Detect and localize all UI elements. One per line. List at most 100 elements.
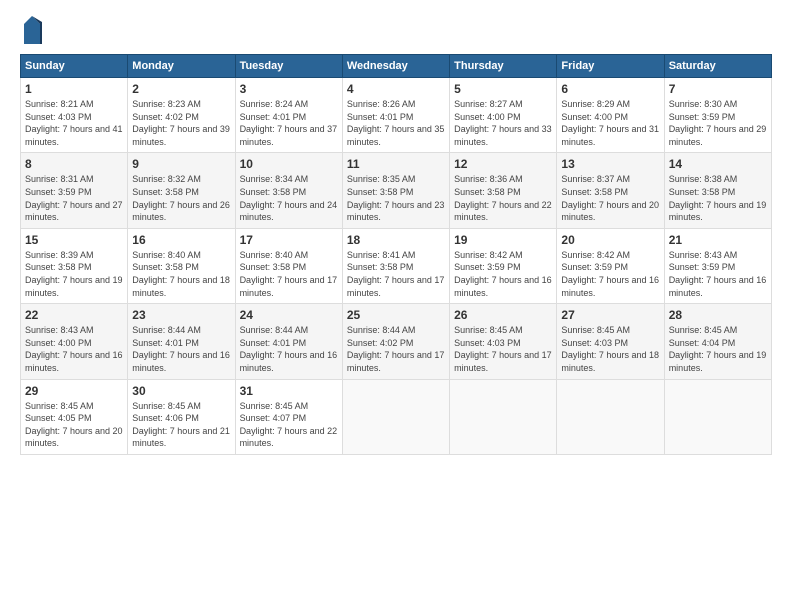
calendar-cell xyxy=(342,379,449,454)
calendar-cell: 4 Sunrise: 8:26 AM Sunset: 4:01 PM Dayli… xyxy=(342,78,449,153)
day-info: Sunrise: 8:41 AM Sunset: 3:58 PM Dayligh… xyxy=(347,249,445,299)
calendar: SundayMondayTuesdayWednesdayThursdayFrid… xyxy=(20,54,772,455)
day-number: 31 xyxy=(240,384,338,398)
day-info: Sunrise: 8:38 AM Sunset: 3:58 PM Dayligh… xyxy=(669,173,767,223)
day-number: 8 xyxy=(25,157,123,171)
day-number: 11 xyxy=(347,157,445,171)
day-info: Sunrise: 8:43 AM Sunset: 4:00 PM Dayligh… xyxy=(25,324,123,374)
day-number: 24 xyxy=(240,308,338,322)
logo-icon xyxy=(22,16,42,44)
day-number: 18 xyxy=(347,233,445,247)
day-info: Sunrise: 8:29 AM Sunset: 4:00 PM Dayligh… xyxy=(561,98,659,148)
day-info: Sunrise: 8:45 AM Sunset: 4:03 PM Dayligh… xyxy=(454,324,552,374)
day-info: Sunrise: 8:30 AM Sunset: 3:59 PM Dayligh… xyxy=(669,98,767,148)
day-info: Sunrise: 8:40 AM Sunset: 3:58 PM Dayligh… xyxy=(132,249,230,299)
day-info: Sunrise: 8:45 AM Sunset: 4:07 PM Dayligh… xyxy=(240,400,338,450)
calendar-cell: 3 Sunrise: 8:24 AM Sunset: 4:01 PM Dayli… xyxy=(235,78,342,153)
header xyxy=(20,16,772,44)
day-info: Sunrise: 8:43 AM Sunset: 3:59 PM Dayligh… xyxy=(669,249,767,299)
calendar-cell: 5 Sunrise: 8:27 AM Sunset: 4:00 PM Dayli… xyxy=(450,78,557,153)
day-info: Sunrise: 8:31 AM Sunset: 3:59 PM Dayligh… xyxy=(25,173,123,223)
day-info: Sunrise: 8:37 AM Sunset: 3:58 PM Dayligh… xyxy=(561,173,659,223)
day-info: Sunrise: 8:24 AM Sunset: 4:01 PM Dayligh… xyxy=(240,98,338,148)
day-number: 13 xyxy=(561,157,659,171)
day-number: 1 xyxy=(25,82,123,96)
day-info: Sunrise: 8:40 AM Sunset: 3:58 PM Dayligh… xyxy=(240,249,338,299)
day-number: 16 xyxy=(132,233,230,247)
day-number: 22 xyxy=(25,308,123,322)
day-info: Sunrise: 8:23 AM Sunset: 4:02 PM Dayligh… xyxy=(132,98,230,148)
calendar-cell: 30 Sunrise: 8:45 AM Sunset: 4:06 PM Dayl… xyxy=(128,379,235,454)
day-number: 15 xyxy=(25,233,123,247)
day-number: 20 xyxy=(561,233,659,247)
weekday-header: Friday xyxy=(557,55,664,78)
day-info: Sunrise: 8:45 AM Sunset: 4:05 PM Dayligh… xyxy=(25,400,123,450)
day-number: 14 xyxy=(669,157,767,171)
calendar-cell: 22 Sunrise: 8:43 AM Sunset: 4:00 PM Dayl… xyxy=(21,304,128,379)
day-info: Sunrise: 8:42 AM Sunset: 3:59 PM Dayligh… xyxy=(561,249,659,299)
day-number: 17 xyxy=(240,233,338,247)
calendar-cell: 26 Sunrise: 8:45 AM Sunset: 4:03 PM Dayl… xyxy=(450,304,557,379)
day-info: Sunrise: 8:36 AM Sunset: 3:58 PM Dayligh… xyxy=(454,173,552,223)
day-number: 27 xyxy=(561,308,659,322)
calendar-cell: 16 Sunrise: 8:40 AM Sunset: 3:58 PM Dayl… xyxy=(128,228,235,303)
day-number: 23 xyxy=(132,308,230,322)
weekday-header: Saturday xyxy=(664,55,771,78)
calendar-cell: 7 Sunrise: 8:30 AM Sunset: 3:59 PM Dayli… xyxy=(664,78,771,153)
day-number: 12 xyxy=(454,157,552,171)
day-number: 28 xyxy=(669,308,767,322)
day-info: Sunrise: 8:45 AM Sunset: 4:06 PM Dayligh… xyxy=(132,400,230,450)
logo xyxy=(20,16,42,44)
calendar-cell xyxy=(450,379,557,454)
calendar-cell: 14 Sunrise: 8:38 AM Sunset: 3:58 PM Dayl… xyxy=(664,153,771,228)
calendar-cell: 13 Sunrise: 8:37 AM Sunset: 3:58 PM Dayl… xyxy=(557,153,664,228)
day-number: 4 xyxy=(347,82,445,96)
day-number: 29 xyxy=(25,384,123,398)
calendar-cell: 18 Sunrise: 8:41 AM Sunset: 3:58 PM Dayl… xyxy=(342,228,449,303)
day-info: Sunrise: 8:45 AM Sunset: 4:04 PM Dayligh… xyxy=(669,324,767,374)
calendar-cell xyxy=(557,379,664,454)
day-info: Sunrise: 8:39 AM Sunset: 3:58 PM Dayligh… xyxy=(25,249,123,299)
calendar-cell: 31 Sunrise: 8:45 AM Sunset: 4:07 PM Dayl… xyxy=(235,379,342,454)
day-info: Sunrise: 8:32 AM Sunset: 3:58 PM Dayligh… xyxy=(132,173,230,223)
calendar-cell: 9 Sunrise: 8:32 AM Sunset: 3:58 PM Dayli… xyxy=(128,153,235,228)
day-info: Sunrise: 8:27 AM Sunset: 4:00 PM Dayligh… xyxy=(454,98,552,148)
weekday-header: Thursday xyxy=(450,55,557,78)
calendar-cell: 23 Sunrise: 8:44 AM Sunset: 4:01 PM Dayl… xyxy=(128,304,235,379)
calendar-cell: 12 Sunrise: 8:36 AM Sunset: 3:58 PM Dayl… xyxy=(450,153,557,228)
calendar-cell: 28 Sunrise: 8:45 AM Sunset: 4:04 PM Dayl… xyxy=(664,304,771,379)
day-number: 30 xyxy=(132,384,230,398)
weekday-header: Sunday xyxy=(21,55,128,78)
weekday-header-row: SundayMondayTuesdayWednesdayThursdayFrid… xyxy=(21,55,772,78)
weekday-header: Wednesday xyxy=(342,55,449,78)
day-number: 21 xyxy=(669,233,767,247)
calendar-cell: 17 Sunrise: 8:40 AM Sunset: 3:58 PM Dayl… xyxy=(235,228,342,303)
day-info: Sunrise: 8:34 AM Sunset: 3:58 PM Dayligh… xyxy=(240,173,338,223)
calendar-cell: 25 Sunrise: 8:44 AM Sunset: 4:02 PM Dayl… xyxy=(342,304,449,379)
day-number: 19 xyxy=(454,233,552,247)
calendar-week-row: 1 Sunrise: 8:21 AM Sunset: 4:03 PM Dayli… xyxy=(21,78,772,153)
calendar-week-row: 8 Sunrise: 8:31 AM Sunset: 3:59 PM Dayli… xyxy=(21,153,772,228)
weekday-header: Tuesday xyxy=(235,55,342,78)
calendar-cell: 11 Sunrise: 8:35 AM Sunset: 3:58 PM Dayl… xyxy=(342,153,449,228)
day-number: 6 xyxy=(561,82,659,96)
day-info: Sunrise: 8:44 AM Sunset: 4:02 PM Dayligh… xyxy=(347,324,445,374)
calendar-cell xyxy=(664,379,771,454)
day-number: 25 xyxy=(347,308,445,322)
page: SundayMondayTuesdayWednesdayThursdayFrid… xyxy=(0,0,792,612)
calendar-cell: 19 Sunrise: 8:42 AM Sunset: 3:59 PM Dayl… xyxy=(450,228,557,303)
calendar-cell: 8 Sunrise: 8:31 AM Sunset: 3:59 PM Dayli… xyxy=(21,153,128,228)
day-info: Sunrise: 8:45 AM Sunset: 4:03 PM Dayligh… xyxy=(561,324,659,374)
calendar-cell: 20 Sunrise: 8:42 AM Sunset: 3:59 PM Dayl… xyxy=(557,228,664,303)
calendar-cell: 15 Sunrise: 8:39 AM Sunset: 3:58 PM Dayl… xyxy=(21,228,128,303)
day-number: 3 xyxy=(240,82,338,96)
calendar-cell: 6 Sunrise: 8:29 AM Sunset: 4:00 PM Dayli… xyxy=(557,78,664,153)
calendar-week-row: 15 Sunrise: 8:39 AM Sunset: 3:58 PM Dayl… xyxy=(21,228,772,303)
calendar-cell: 2 Sunrise: 8:23 AM Sunset: 4:02 PM Dayli… xyxy=(128,78,235,153)
day-number: 5 xyxy=(454,82,552,96)
day-info: Sunrise: 8:21 AM Sunset: 4:03 PM Dayligh… xyxy=(25,98,123,148)
day-info: Sunrise: 8:26 AM Sunset: 4:01 PM Dayligh… xyxy=(347,98,445,148)
day-number: 9 xyxy=(132,157,230,171)
calendar-cell: 27 Sunrise: 8:45 AM Sunset: 4:03 PM Dayl… xyxy=(557,304,664,379)
day-number: 2 xyxy=(132,82,230,96)
